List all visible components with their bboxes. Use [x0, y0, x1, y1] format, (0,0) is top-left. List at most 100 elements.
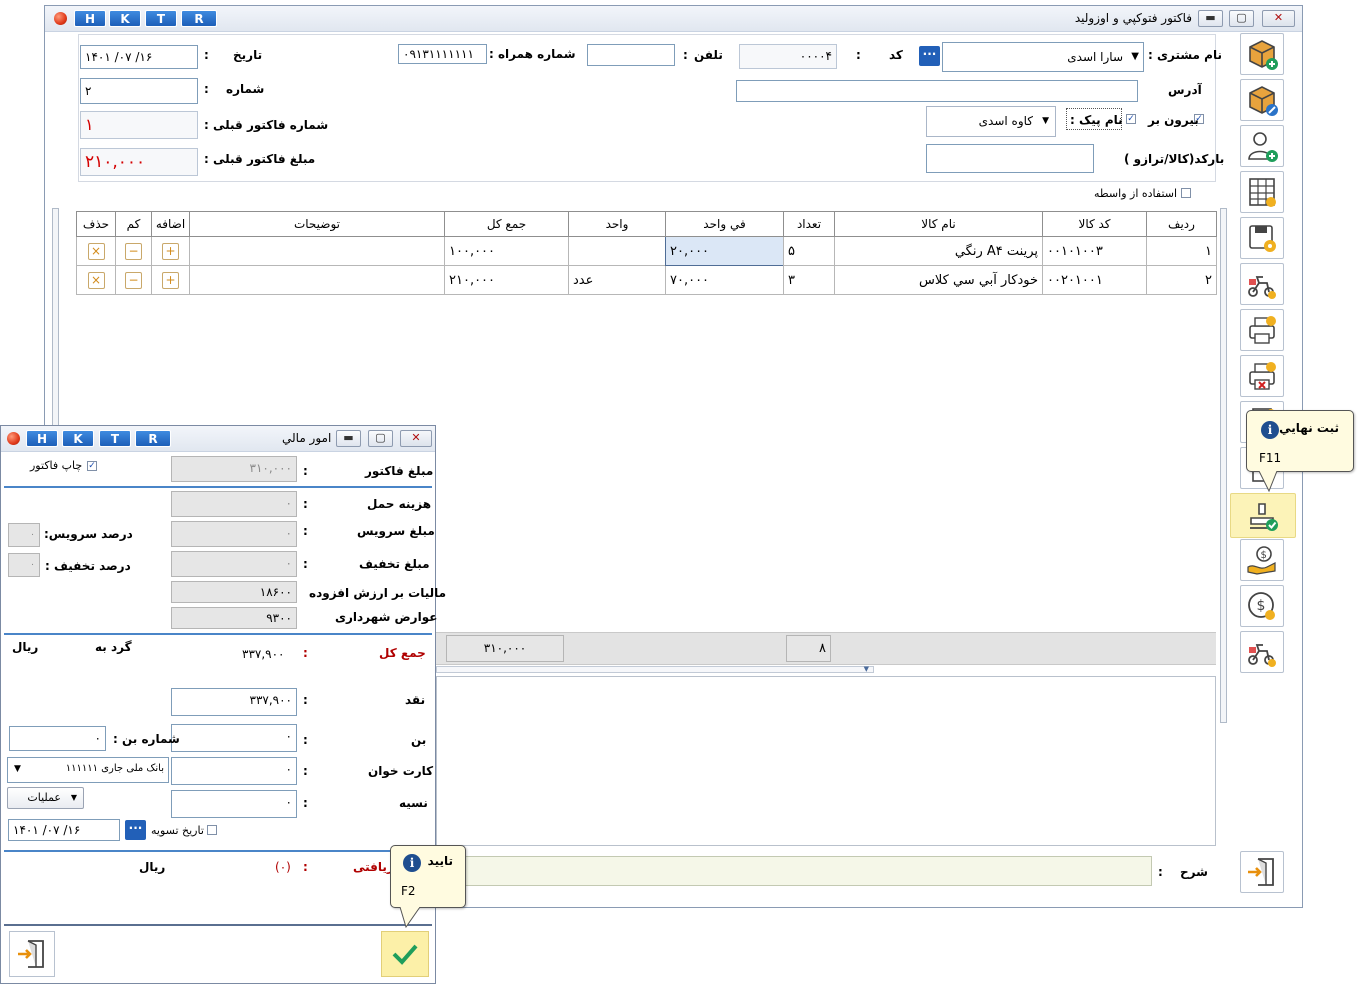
cash-input[interactable]: ۳۳۷,۹۰۰ [171, 688, 297, 716]
price-list-button[interactable] [1240, 171, 1284, 213]
cell-qty[interactable]: ۵ [783, 236, 835, 266]
add-customer-button[interactable] [1240, 125, 1284, 167]
courier-select[interactable]: کاوه اسدی ▼ [926, 106, 1056, 137]
table-row[interactable]: ۲ ۰۰۲۰۱۰۰۱ خودکار آبي سي کلاس ۳ ۷۰,۰۰۰ ع… [76, 265, 1217, 295]
delivery-button[interactable] [1240, 263, 1284, 305]
close-button[interactable]: ✕ [400, 430, 432, 447]
add-product-button[interactable] [1240, 33, 1284, 75]
number-input[interactable]: ۲ [80, 78, 198, 104]
mobile-input[interactable]: ۰۹۱۳۱۱۱۱۱۱۱ [398, 44, 487, 64]
print-cancel-button[interactable] [1240, 355, 1284, 397]
tooltip-pointer [399, 907, 421, 929]
col-idx[interactable]: ردیف [1146, 211, 1217, 237]
printer-icon [1249, 316, 1276, 344]
minus-icon[interactable]: − [125, 271, 142, 289]
notes-panel [436, 676, 1216, 846]
divider [4, 924, 432, 926]
close-button[interactable]: ✕ [1262, 10, 1295, 27]
hk-button-t[interactable]: T [99, 430, 131, 447]
service-pct-field[interactable]: ۰ [8, 523, 40, 547]
courier-checkbox[interactable]: ✓ [1126, 114, 1136, 124]
cell-name[interactable]: خودکار آبي سي کلاس [834, 265, 1043, 295]
service-amount-label: مبلغ سرویس [357, 524, 435, 538]
bank-select[interactable]: بانک ملی جاری ۱۱۱۱۱۱ ▼ [7, 757, 169, 783]
maximize-button[interactable]: ▢ [1229, 10, 1254, 27]
save-preview-button[interactable] [1240, 217, 1284, 259]
col-unit-price[interactable]: في واحد [665, 211, 784, 237]
final-save-tooltip: i ثبت نهايي F11 [1246, 410, 1354, 472]
hk-button-h[interactable]: H [74, 10, 106, 27]
col-minus[interactable]: کم [115, 211, 152, 237]
discount-pct-field[interactable]: ۰ [8, 553, 40, 577]
customer-select[interactable]: سارا اسدی ▼ [942, 42, 1144, 72]
currency-button[interactable]: $ [1240, 585, 1284, 627]
hk-button-k[interactable]: K [62, 430, 94, 447]
cell-idx[interactable]: ۱ [1146, 236, 1217, 266]
cell-unit[interactable]: عدد [568, 265, 666, 295]
col-unit[interactable]: واحد [568, 211, 666, 237]
phone-input[interactable] [587, 44, 675, 66]
col-name[interactable]: نام کالا [834, 211, 1043, 237]
qty-total-field: ۸ [786, 635, 831, 662]
maximize-button[interactable]: ▢ [368, 430, 393, 447]
col-total[interactable]: جمع کل [444, 211, 569, 237]
panel-splitter[interactable]: ▼ [436, 666, 874, 673]
voucher-no-input[interactable]: ۰ [9, 726, 106, 751]
edit-product-button[interactable] [1240, 79, 1284, 121]
final-save-button[interactable] [1230, 493, 1296, 538]
payment-button[interactable]: $ [1240, 539, 1284, 581]
date-input[interactable]: ۱۴۰۱ /۰۷ /۱۶ [80, 45, 198, 69]
plus-icon[interactable]: + [162, 271, 179, 289]
settle-date-checkbox[interactable] [207, 825, 217, 835]
cell-total[interactable]: ۱۰۰,۰۰۰ [444, 236, 569, 266]
description-input[interactable] [436, 856, 1152, 886]
cell-unit-price[interactable]: ۲۰,۰۰۰ [665, 236, 784, 266]
confirm-button[interactable] [381, 931, 429, 977]
minimize-button[interactable]: ▬ [1198, 10, 1223, 27]
card-input[interactable]: ۰ [171, 757, 297, 785]
cell-idx[interactable]: ۲ [1146, 265, 1217, 295]
col-desc[interactable]: توضیحات [189, 211, 445, 237]
settle-date-input[interactable]: ۱۴۰۱ /۰۷ /۱۶ [8, 819, 120, 841]
minimize-button[interactable]: ▬ [336, 430, 361, 447]
cell-total[interactable]: ۲۱۰,۰۰۰ [444, 265, 569, 295]
cell-desc[interactable] [189, 236, 445, 266]
right-splitter[interactable] [1220, 208, 1227, 723]
hk-button-r[interactable]: R [181, 10, 217, 27]
cell-unit-price[interactable]: ۷۰,۰۰۰ [665, 265, 784, 295]
settle-date-picker-button[interactable]: ··· [125, 820, 146, 840]
table-row[interactable]: ۱ ۰۰۱۰۱۰۰۳ پرینت A۴ رنگي ۵ ۲۰,۰۰۰ ۱۰۰,۰۰… [76, 236, 1217, 266]
cell-code[interactable]: ۰۰۲۰۱۰۰۱ [1042, 265, 1147, 295]
cell-qty[interactable]: ۳ [783, 265, 835, 295]
print-button[interactable] [1240, 309, 1284, 351]
confirm-tooltip: i تایید F2 [390, 845, 466, 908]
cell-code[interactable]: ۰۰۱۰۱۰۰۳ [1042, 236, 1147, 266]
exit-button[interactable] [1240, 851, 1284, 893]
hk-button-k[interactable]: K [109, 10, 141, 27]
cell-unit[interactable] [568, 236, 666, 266]
delete-icon[interactable]: × [87, 242, 105, 260]
delete-icon[interactable]: × [87, 271, 105, 289]
barcode-input[interactable] [926, 144, 1094, 173]
hk-button-h[interactable]: H [26, 430, 58, 447]
operations-button[interactable]: عملیات ▼ [7, 787, 84, 809]
hk-button-r[interactable]: R [135, 430, 171, 447]
voucher-input[interactable]: ۰ [171, 724, 297, 752]
shipping-label: هزینه حمل [367, 497, 432, 511]
cell-name[interactable]: پرینت A۴ رنگي [834, 236, 1043, 266]
address-input[interactable] [736, 80, 1138, 102]
minus-icon[interactable]: − [125, 242, 142, 260]
customer-browse-button[interactable]: ··· [919, 46, 940, 66]
col-qty[interactable]: تعداد [783, 211, 835, 237]
cell-desc[interactable] [189, 265, 445, 295]
col-add[interactable]: اضافه [151, 211, 190, 237]
delivery2-button[interactable] [1240, 631, 1284, 673]
col-code[interactable]: کد کالا [1042, 211, 1147, 237]
credit-input[interactable]: ۰ [171, 790, 297, 818]
plus-icon[interactable]: + [162, 242, 179, 260]
finance-exit-button[interactable] [9, 931, 55, 977]
intermediary-checkbox[interactable] [1181, 188, 1191, 198]
hk-button-t[interactable]: T [145, 10, 177, 27]
print-invoice-checkbox[interactable]: ✓ [87, 461, 97, 471]
col-delete[interactable]: حذف [76, 211, 116, 237]
